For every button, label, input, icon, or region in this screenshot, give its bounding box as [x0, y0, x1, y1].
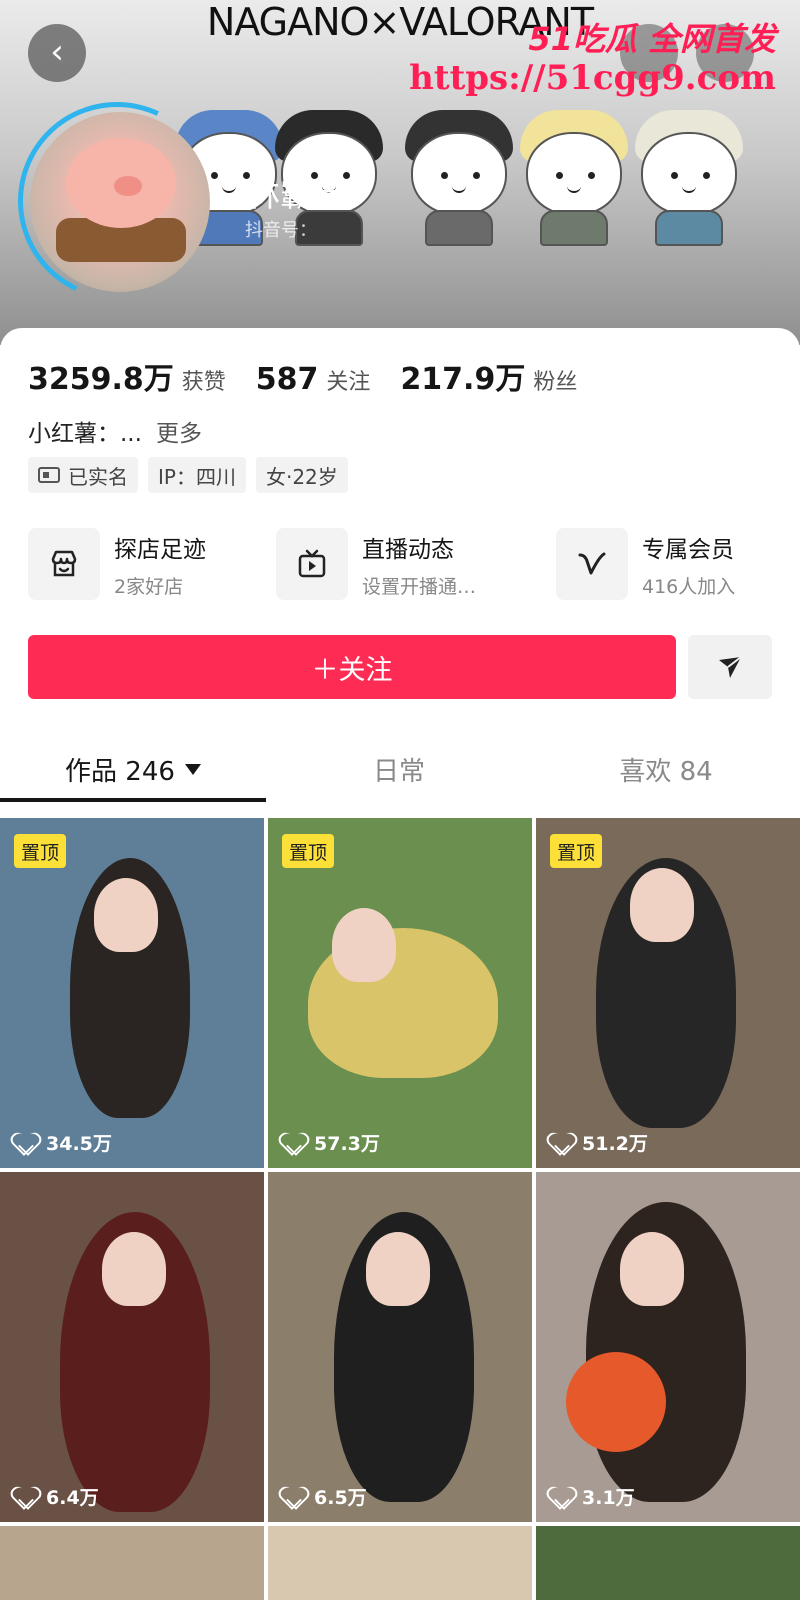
like-count: 51.2万: [550, 1129, 648, 1156]
profile-stats: 3259.8万 获赞 587 关注 217.9万 粉丝: [28, 354, 607, 398]
like-count: 3.1万: [550, 1483, 635, 1510]
like-count-value: 51.2万: [582, 1133, 648, 1155]
tab-label: 日常: [372, 756, 425, 787]
like-count: 6.4万: [14, 1483, 99, 1510]
like-count-value: 3.1万: [582, 1487, 635, 1509]
profile-tags: 已实名 IP：四川 女·22岁: [28, 457, 358, 493]
video-tile[interactable]: 3.1万: [536, 1172, 800, 1522]
feature-shop-visits[interactable]: 探店足迹 2家好店: [28, 528, 206, 600]
active-tab-indicator: [0, 798, 266, 802]
like-count-value: 57.3万: [314, 1133, 380, 1155]
stat-likes[interactable]: 3259.8万 获赞: [28, 354, 226, 398]
feature-title: 直播动态: [362, 536, 454, 563]
content-tabs: 作品 246 日常 喜欢 84: [0, 738, 800, 800]
banner-character: [635, 110, 743, 246]
site-watermark: 51吃瓜 全网首发 https://51cgg9.com: [409, 14, 776, 98]
pinned-badge: 置顶: [550, 834, 603, 868]
video-tile[interactable]: [0, 1526, 264, 1600]
feature-title: 探店足迹: [114, 536, 206, 563]
tag-ip: IP：四川: [148, 457, 246, 493]
stat-label: 关注: [326, 370, 371, 395]
profile-account-id[interactable]: 抖音号：: [245, 216, 317, 242]
like-count: 57.3万: [282, 1129, 380, 1156]
heart-icon: [550, 1487, 572, 1507]
stat-value: 3259.8万: [28, 362, 174, 397]
video-tile[interactable]: 6.5万: [268, 1172, 532, 1522]
like-count-value: 34.5万: [46, 1133, 112, 1155]
stat-value: 587: [255, 362, 319, 397]
send-icon: [719, 656, 742, 678]
like-count: 6.5万: [282, 1483, 367, 1510]
tag-label: 女·22岁: [265, 464, 338, 489]
video-tile[interactable]: [268, 1526, 532, 1600]
tag-verified: 已实名: [28, 457, 138, 493]
avatar[interactable]: [30, 112, 210, 292]
heart-icon: [282, 1133, 304, 1153]
feature-live[interactable]: 直播动态 设置开播通…: [276, 528, 476, 600]
back-button[interactable]: ‹: [28, 24, 86, 82]
banner-character: [520, 110, 628, 246]
profile-page: NAGANO×VALORANT ‹ 51吃瓜 全网首发 https://51cg…: [0, 0, 800, 1600]
share-button[interactable]: [688, 635, 772, 699]
vip-v-icon: [556, 528, 628, 600]
watermark-text: 51吃瓜 全网首发: [528, 20, 776, 58]
pinned-badge: 置顶: [282, 834, 335, 868]
profile-nickname: 林霸天: [245, 175, 351, 215]
feature-title: 专属会员: [642, 536, 734, 563]
stat-following[interactable]: 587 关注: [256, 362, 371, 397]
feature-subtitle: 416人加入: [642, 575, 736, 598]
pinned-badge: 置顶: [14, 834, 67, 868]
video-grid: 置顶 34.5万 置顶 57.3万 置顶 51.2万 6.4万 6.5万 3.1…: [0, 818, 800, 1600]
tab-works[interactable]: 作品 246: [0, 738, 266, 800]
shop-icon: [28, 528, 100, 600]
feature-subtitle: 2家好店: [114, 575, 184, 598]
stat-label: 粉丝: [533, 370, 578, 395]
watermark-url: https://51cgg9.com: [409, 58, 776, 98]
video-tile[interactable]: 6.4万: [0, 1172, 264, 1522]
feature-subtitle: 设置开播通…: [362, 575, 477, 598]
profile-banner: NAGANO×VALORANT ‹ 51吃瓜 全网首发 https://51cg…: [0, 0, 800, 345]
stat-label: 获赞: [181, 370, 226, 395]
id-card-icon: [38, 467, 60, 483]
heart-icon: [14, 1133, 36, 1153]
heart-icon: [282, 1487, 304, 1507]
profile-bio: 小红薯：... 更多: [28, 414, 202, 448]
tab-label: 喜欢 84: [619, 756, 713, 787]
profile-card: 3259.8万 获赞 587 关注 217.9万 粉丝 小红薯：... 更多 已实…: [0, 328, 800, 818]
tab-liked[interactable]: 喜欢 84: [532, 738, 800, 800]
stat-value: 217.9万: [400, 362, 526, 397]
like-count-value: 6.5万: [314, 1487, 367, 1509]
tag-gender-age: 女·22岁: [255, 457, 348, 493]
bio-text: 小红薯：...: [28, 421, 142, 447]
video-tile[interactable]: 置顶 57.3万: [268, 818, 532, 1168]
tv-icon: [276, 528, 348, 600]
caret-down-icon: [184, 763, 201, 775]
tab-daily[interactable]: 日常: [266, 738, 532, 800]
heart-icon: [550, 1133, 572, 1153]
video-tile[interactable]: 置顶 51.2万: [536, 818, 800, 1168]
chevron-left-icon: ‹: [50, 32, 64, 72]
video-tile[interactable]: [536, 1526, 800, 1600]
like-count: 34.5万: [14, 1129, 112, 1156]
feature-membership[interactable]: 专属会员 416人加入: [556, 528, 735, 600]
tag-label: IP：四川: [158, 464, 236, 489]
follow-button[interactable]: ＋关注: [28, 635, 676, 699]
heart-icon: [14, 1487, 36, 1507]
stat-followers[interactable]: 217.9万 粉丝: [400, 354, 577, 398]
tab-label: 作品 246: [65, 756, 175, 787]
video-tile[interactable]: 置顶 34.5万: [0, 818, 264, 1168]
like-count-value: 6.4万: [46, 1487, 99, 1509]
feature-row: 探店足迹 2家好店 直播动态 设置开播通… 专属会员 416人加入: [28, 528, 772, 602]
tag-label: 已实名: [68, 464, 128, 489]
bio-more-link[interactable]: 更多: [156, 421, 202, 447]
banner-character: [405, 110, 513, 246]
